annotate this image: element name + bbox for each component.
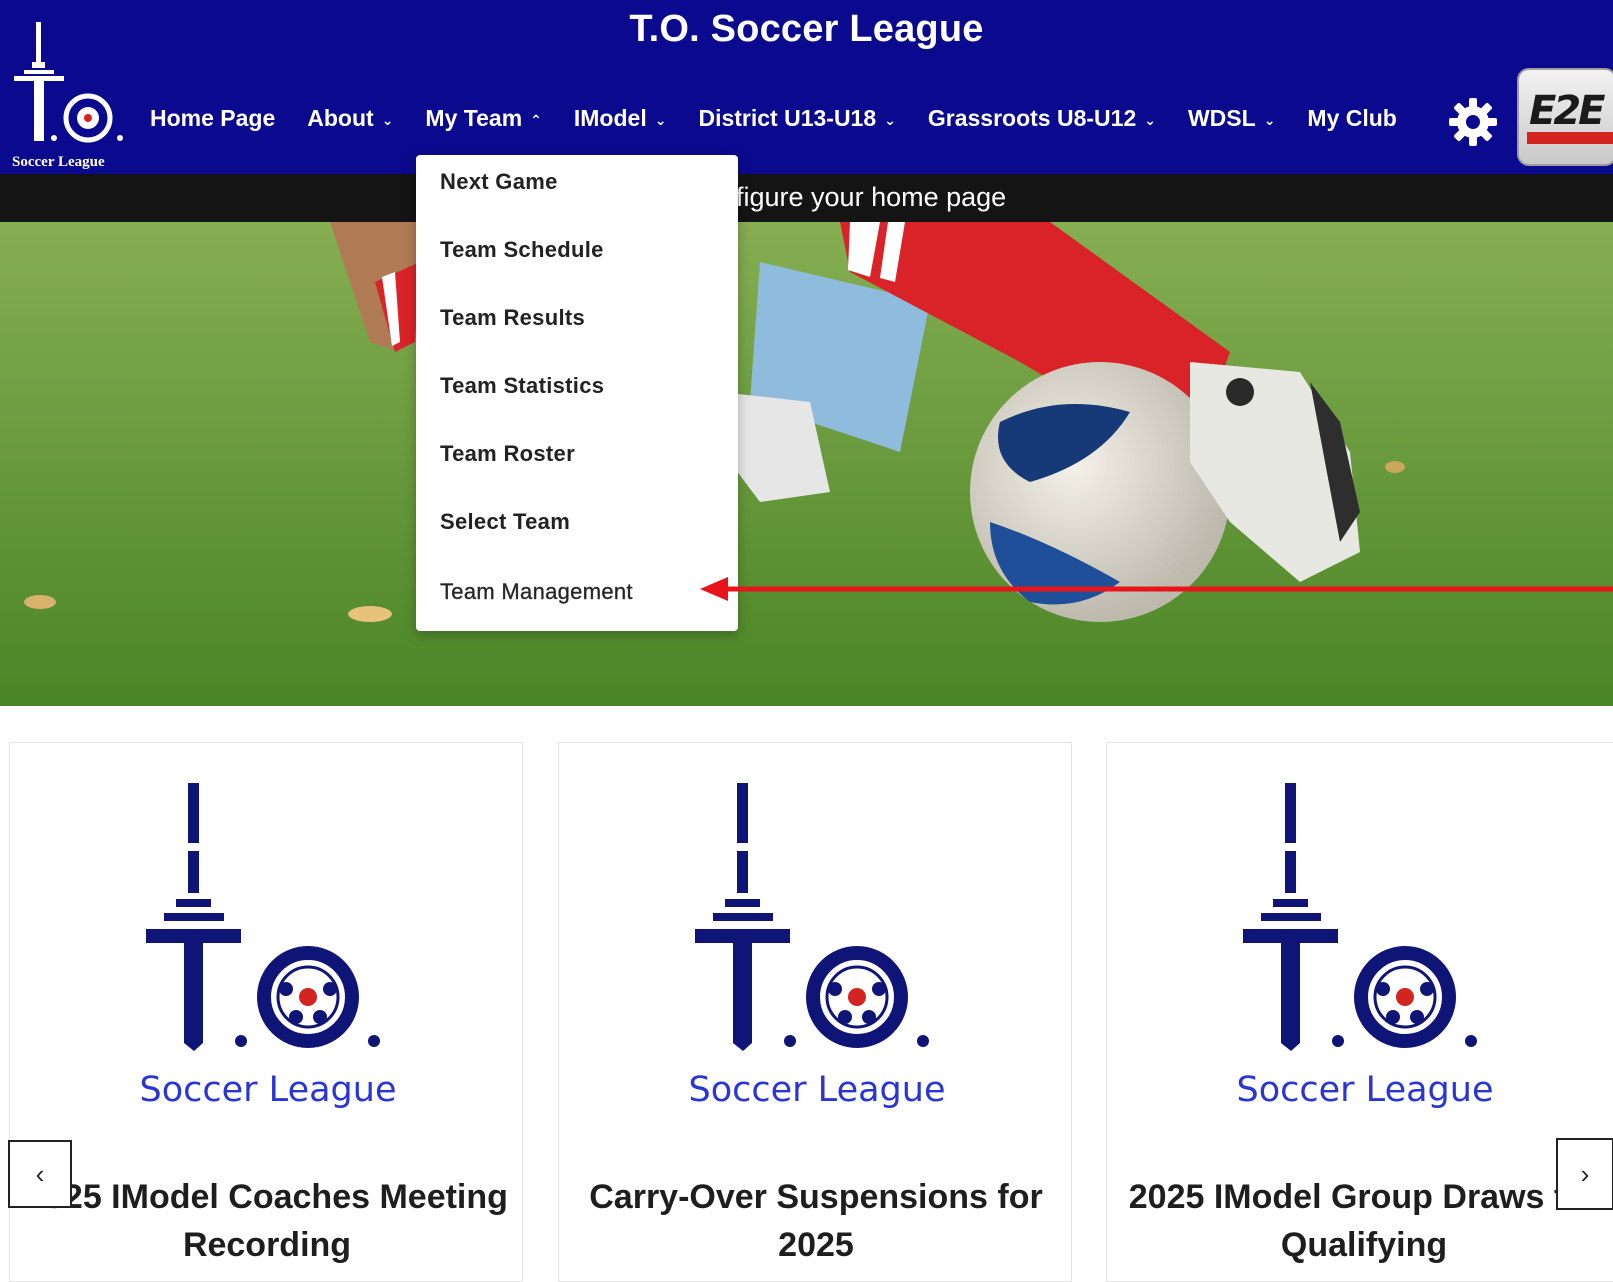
nav-label: My Club	[1307, 104, 1397, 131]
league-logo[interactable]: Soccer League	[10, 18, 130, 170]
carousel-next-button[interactable]: ›	[1556, 1138, 1613, 1210]
card-title[interactable]: Carry-Over Suspensions for 2025	[559, 1173, 1073, 1269]
info-bar-text[interactable]: figure your home page	[736, 182, 1006, 213]
nav-my-club[interactable]: My Club	[1307, 105, 1396, 132]
nav-home-page[interactable]: Home Page	[150, 105, 275, 132]
card-logo-caption: Soccer League	[1237, 1070, 1494, 1110]
news-card[interactable]: Soccer League 2025 IModel Coaches Meetin…	[9, 742, 523, 1282]
hero-soccer-illustration	[0, 222, 1613, 706]
e2e-logo-band	[1527, 132, 1613, 144]
menu-item-team-roster[interactable]: Team Roster	[440, 441, 575, 467]
chevron-down-icon: ⌄	[884, 111, 896, 128]
nav-label: Grassroots U8-U12	[927, 104, 1137, 131]
card-title[interactable]: 2025 IModel Coaches Meeting Recording	[10, 1173, 524, 1269]
nav-label: Home Page	[150, 104, 276, 131]
chevron-down-icon: ⌄	[1263, 111, 1276, 128]
nav-label: About	[307, 104, 374, 131]
annotation-arrow	[700, 577, 1613, 601]
nav-label: IModel	[573, 104, 647, 131]
e2e-logo-text: E2E	[1529, 88, 1606, 134]
logo-caption: Soccer League	[12, 154, 105, 170]
my-team-dropdown: Next Game Team Schedule Team Results Tea…	[416, 155, 738, 631]
chevron-left-icon: ‹	[35, 1158, 45, 1189]
gear-icon[interactable]	[1447, 96, 1499, 148]
nav-about[interactable]: About ⌄	[307, 105, 393, 132]
nav-district[interactable]: District U13-U18 ⌄	[698, 105, 895, 132]
menu-item-team-management[interactable]: Team Management	[440, 579, 633, 605]
nav-grassroots[interactable]: Grassroots U8-U12 ⌄	[928, 105, 1156, 132]
chevron-right-icon: ›	[1580, 1158, 1590, 1189]
menu-item-team-statistics[interactable]: Team Statistics	[440, 373, 604, 399]
menu-item-team-results[interactable]: Team Results	[440, 305, 585, 331]
card-title[interactable]: 2025 IModel Group Draws for Qualifying	[1107, 1173, 1613, 1269]
chevron-down-icon: ⌄	[1144, 111, 1156, 128]
site-title: T.O. Soccer League	[629, 8, 984, 50]
nav-label: District U13-U18	[698, 104, 877, 131]
nav-my-team[interactable]: My Team ⌃	[425, 105, 541, 132]
news-card[interactable]: Soccer League 2025 IModel Group Draws fo…	[1106, 742, 1613, 1282]
news-card[interactable]: Soccer League Carry-Over Suspensions for…	[558, 742, 1072, 1282]
nav-imodel[interactable]: IModel ⌄	[574, 105, 667, 132]
menu-item-select-team[interactable]: Select Team	[440, 509, 570, 535]
carousel-prev-button[interactable]: ‹	[8, 1140, 72, 1208]
card-logo-caption: Soccer League	[689, 1070, 946, 1110]
league-logo: Soccer League	[689, 783, 946, 1110]
chevron-down-icon: ⌄	[654, 111, 667, 128]
chevron-up-icon: ⌃	[530, 111, 542, 128]
nav-label: My Team	[425, 104, 523, 131]
nav-wdsl[interactable]: WDSL ⌄	[1188, 105, 1275, 132]
league-logo: Soccer League	[1237, 783, 1494, 1110]
league-logo: Soccer League	[140, 783, 397, 1110]
menu-item-next-game[interactable]: Next Game	[440, 169, 558, 195]
chevron-down-icon: ⌄	[381, 111, 394, 128]
menu-item-team-schedule[interactable]: Team Schedule	[440, 237, 604, 263]
hero-image	[0, 222, 1613, 706]
nav-label: WDSL	[1187, 104, 1256, 131]
card-logo-caption: Soccer League	[140, 1070, 397, 1110]
e2e-partner-logo[interactable]: E2E	[1517, 68, 1613, 166]
main-nav: Home Page About ⌄ My Team ⌃ IModel ⌄ Distri…	[150, 98, 1429, 138]
site-header: T.O. Soccer League Soccer League Home Pa…	[0, 0, 1613, 174]
